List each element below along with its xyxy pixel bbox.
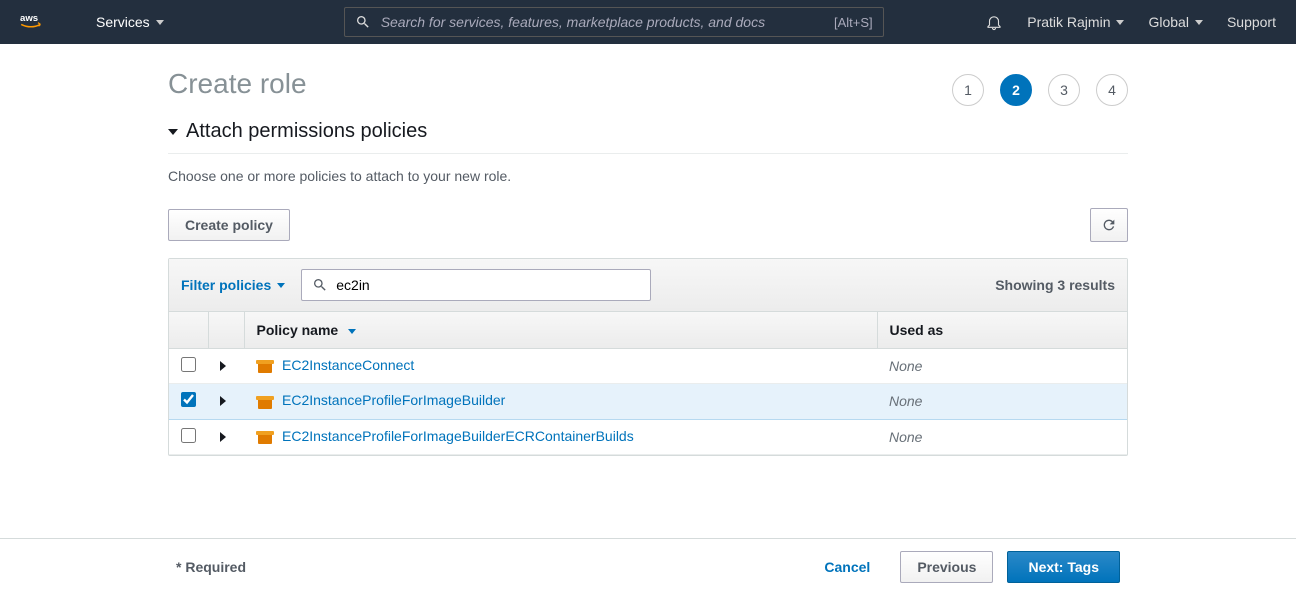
search-icon: [312, 277, 328, 293]
aws-logo[interactable]: aws: [20, 11, 56, 33]
table-row: EC2InstanceConnect None: [169, 349, 1127, 384]
search-input[interactable]: [381, 14, 824, 30]
create-policy-button[interactable]: Create policy: [168, 209, 290, 241]
expand-row-icon[interactable]: [220, 432, 226, 442]
table-row: EC2InstanceProfileForImageBuilderECRCont…: [169, 419, 1127, 454]
wizard-step-1[interactable]: 1: [952, 74, 984, 106]
policy-link[interactable]: EC2InstanceProfileForImageBuilder: [282, 392, 505, 408]
region-menu[interactable]: Global: [1148, 14, 1202, 30]
caret-down-icon: [1195, 20, 1203, 25]
collapse-toggle-icon[interactable]: [168, 129, 178, 135]
row-checkbox[interactable]: [181, 357, 196, 372]
caret-down-icon: [277, 283, 285, 288]
region-label: Global: [1148, 14, 1188, 30]
refresh-icon: [1101, 217, 1117, 233]
toolbar: Create policy: [168, 208, 1128, 242]
wizard-step-4[interactable]: 4: [1096, 74, 1128, 106]
wizard-step-3[interactable]: 3: [1048, 74, 1080, 106]
policy-link[interactable]: EC2InstanceConnect: [282, 357, 414, 373]
results-count: Showing 3 results: [995, 277, 1115, 293]
aws-logo-icon: aws: [20, 11, 56, 33]
table-row: EC2InstanceProfileForImageBuilder None: [169, 384, 1127, 419]
expand-row-icon[interactable]: [220, 396, 226, 406]
bell-icon: [985, 13, 1003, 31]
policy-icon: [256, 357, 274, 375]
policy-icon: [256, 393, 274, 411]
filter-bar: Filter policies Showing 3 results: [169, 259, 1127, 312]
col-policy-name-label: Policy name: [257, 322, 339, 338]
refresh-button[interactable]: [1090, 208, 1128, 242]
used-as-value: None: [889, 429, 922, 445]
services-menu[interactable]: Services: [96, 14, 164, 30]
main-container: Create role Attach permissions policies …: [168, 44, 1128, 536]
support-label: Support: [1227, 14, 1276, 30]
section-title: Attach permissions policies: [186, 120, 427, 143]
previous-button[interactable]: Previous: [900, 551, 993, 583]
section-header: Attach permissions policies: [168, 120, 1128, 154]
footer-bar: * Required Cancel Previous Next: Tags: [0, 538, 1296, 595]
top-nav: aws Services [Alt+S] Pratik Rajmin Globa…: [0, 0, 1296, 44]
wizard-steps: 1 2 3 4: [952, 74, 1128, 106]
row-checkbox[interactable]: [181, 428, 196, 443]
caret-down-icon: [1116, 20, 1124, 25]
account-menu[interactable]: Pratik Rajmin: [1027, 14, 1124, 30]
column-header-expand: [208, 312, 244, 349]
used-as-value: None: [889, 358, 922, 374]
policy-link[interactable]: EC2InstanceProfileForImageBuilderECRCont…: [282, 428, 634, 444]
filter-input-wrap: [301, 269, 651, 301]
cancel-button[interactable]: Cancel: [808, 552, 886, 582]
required-note: * Required: [176, 559, 246, 575]
expand-row-icon[interactable]: [220, 361, 226, 371]
filter-policies-dropdown[interactable]: Filter policies: [181, 277, 285, 293]
svg-text:aws: aws: [20, 13, 38, 24]
column-header-checkbox: [169, 312, 208, 349]
next-button[interactable]: Next: Tags: [1007, 551, 1120, 583]
services-label: Services: [96, 14, 150, 30]
policy-icon: [256, 428, 274, 446]
filter-input[interactable]: [336, 277, 640, 293]
global-search[interactable]: [Alt+S]: [344, 7, 884, 37]
policies-panel: Filter policies Showing 3 results Policy…: [168, 258, 1128, 456]
wizard-step-2[interactable]: 2: [1000, 74, 1032, 106]
search-icon: [355, 14, 371, 30]
column-header-policy-name[interactable]: Policy name: [244, 312, 877, 349]
username: Pratik Rajmin: [1027, 14, 1110, 30]
footer-actions: Cancel Previous Next: Tags: [808, 551, 1120, 583]
row-checkbox[interactable]: [181, 392, 196, 407]
topnav-right: Pratik Rajmin Global Support: [985, 13, 1276, 31]
filter-policies-label: Filter policies: [181, 277, 271, 293]
policies-table: Policy name Used as EC2InstanceConnect N…: [169, 312, 1127, 455]
notifications-button[interactable]: [985, 13, 1003, 31]
column-header-used-as[interactable]: Used as: [877, 312, 1127, 349]
search-shortcut: [Alt+S]: [834, 15, 873, 30]
sort-icon: [348, 329, 356, 334]
support-menu[interactable]: Support: [1227, 14, 1276, 30]
used-as-value: None: [889, 393, 922, 409]
section-description: Choose one or more policies to attach to…: [168, 168, 1128, 184]
caret-down-icon: [156, 20, 164, 25]
